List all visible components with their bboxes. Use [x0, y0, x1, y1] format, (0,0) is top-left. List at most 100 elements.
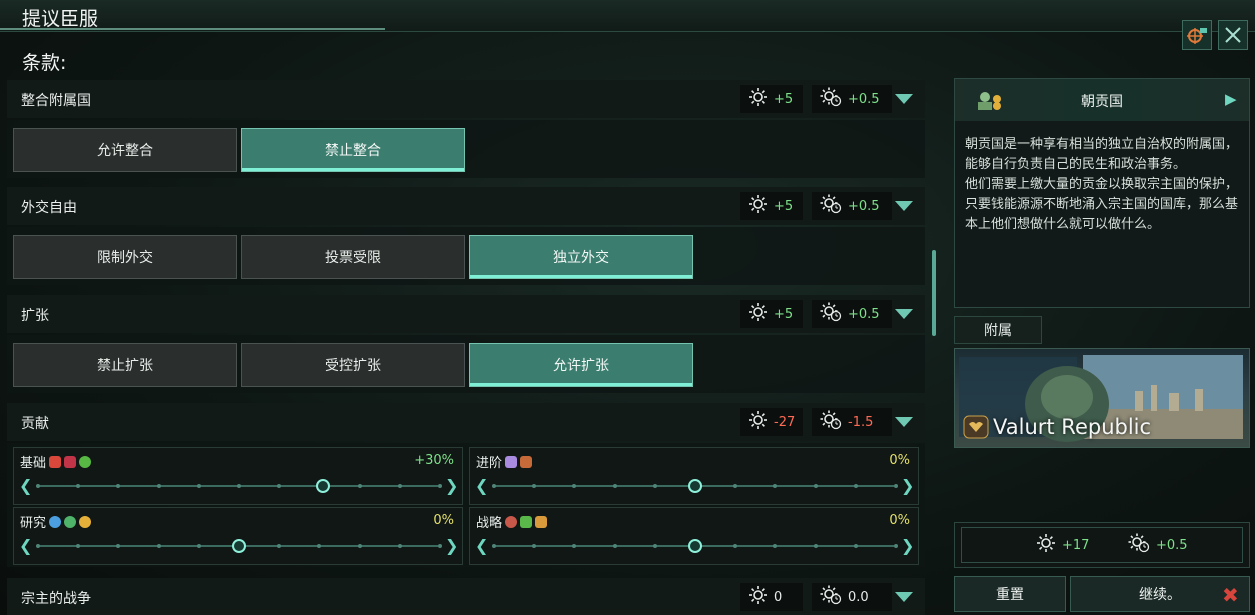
slider-tick: [397, 484, 402, 488]
influence-monthly-modifier: +0.5: [812, 85, 892, 113]
info-header: 朝贡国 ▶: [955, 79, 1249, 121]
term-header-integration[interactable]: 整合附属国 +5 +0.5: [7, 80, 925, 118]
slider-percent: 0%: [433, 513, 454, 528]
slider-label: 基础: [20, 456, 47, 471]
slider-knob[interactable]: [316, 479, 331, 493]
slider-tick: [652, 484, 657, 488]
option-allow-integration[interactable]: 允许整合: [13, 128, 237, 172]
influence-monthly-icon: [1128, 533, 1150, 557]
chevron-down-icon[interactable]: [895, 94, 913, 104]
slider-track[interactable]: [492, 479, 898, 493]
arrow-left-icon[interactable]: ❮: [19, 537, 32, 555]
slider-tick: [196, 544, 201, 548]
vassal-emblem-icon: [963, 415, 989, 439]
option-allow-expansion[interactable]: 允许扩张: [469, 343, 693, 387]
term-name: 整合附属国: [21, 93, 91, 109]
term-header-expansion[interactable]: 扩张 +5 +0.5: [7, 295, 925, 333]
slider-research[interactable]: 研究 0% ❮ ❯: [13, 507, 463, 565]
influence-modifier: +5: [740, 85, 803, 113]
term-header-diplomacy[interactable]: 外交自由 +5 +0.5: [7, 187, 925, 225]
slider-tick: [532, 544, 537, 548]
influence-icon: [748, 585, 768, 609]
slider-tick: [76, 484, 81, 488]
influence-monthly-modifier: +0.5: [812, 192, 892, 220]
info-description: 朝贡国是一种享有相当的独立自治权的附属国，能够自行负责自己的民生和政治事务。 他…: [965, 137, 1239, 232]
influence-modifier: -27: [740, 408, 803, 436]
slider-tick: [532, 484, 537, 488]
influence-icon: [748, 302, 768, 326]
arrow-left-icon[interactable]: ❮: [19, 477, 32, 495]
slider-knob[interactable]: [688, 479, 702, 493]
influence-monthly-icon: [820, 302, 842, 326]
option-restrict-diplomacy[interactable]: 限制外交: [13, 235, 237, 279]
slider-tick: [438, 484, 442, 488]
influence-monthly-icon: [820, 585, 842, 609]
chevron-down-icon[interactable]: [895, 417, 913, 427]
slider-tick: [357, 544, 362, 548]
slider-tick: [492, 484, 496, 488]
title-underline: [0, 28, 385, 30]
slider-track[interactable]: [36, 479, 442, 493]
scrollbar-thumb[interactable]: [932, 250, 936, 336]
slider-track[interactable]: [36, 539, 442, 553]
arrow-right-icon[interactable]: ❯: [901, 477, 914, 495]
info-card: 朝贡国 ▶ 朝贡国是一种享有相当的独立自治权的附属国，能够自行负责自己的民生和政…: [954, 78, 1250, 308]
crystals-icon: [535, 515, 548, 528]
country-name: Valurt Republic: [993, 415, 1152, 439]
term-options-expansion: 禁止扩张 受控扩张 允许扩张: [7, 335, 925, 393]
society-icon: [64, 515, 77, 528]
arrow-right-icon[interactable]: ❯: [445, 477, 458, 495]
term-name: 贡献: [21, 416, 49, 432]
slider-advanced[interactable]: 进阶 0% ❮ ❯: [469, 447, 919, 505]
influence-modifier: +5: [740, 300, 803, 328]
slider-tick: [438, 544, 442, 548]
chevron-down-icon[interactable]: [895, 201, 913, 211]
chevron-down-icon[interactable]: [895, 309, 913, 319]
subject-tab[interactable]: 附属: [954, 316, 1042, 344]
arrow-right-icon[interactable]: ❯: [901, 537, 914, 555]
arrow-left-icon[interactable]: ❮: [475, 477, 488, 495]
slider-tick: [813, 544, 818, 548]
slider-tick: [733, 544, 738, 548]
slider-tick: [492, 544, 496, 548]
option-independent-diplomacy[interactable]: 独立外交: [469, 235, 693, 279]
terms-label: 条款:: [22, 52, 67, 74]
slider-tick: [572, 484, 577, 488]
camera-button[interactable]: [1182, 20, 1212, 50]
influence-icon: [748, 87, 768, 111]
slider-label: 进阶: [476, 456, 503, 471]
option-controlled-expansion[interactable]: 受控扩张: [241, 343, 465, 387]
option-limited-voting[interactable]: 投票受限: [241, 235, 465, 279]
arrow-left-icon[interactable]: ❮: [475, 537, 488, 555]
slider-tick: [572, 544, 577, 548]
influence-monthly-icon: [820, 87, 842, 111]
info-title: 朝贡国: [1081, 94, 1123, 110]
slider-tick: [853, 544, 858, 548]
slider-track[interactable]: [492, 539, 898, 553]
term-header-overlord-wars[interactable]: 宗主的战争 0 0.0: [7, 578, 925, 615]
slider-knob[interactable]: [232, 539, 246, 553]
slider-strategic[interactable]: 战略 0% ❮ ❯: [469, 507, 919, 565]
slider-tick: [357, 484, 362, 488]
window-title: 提议臣服: [22, 8, 99, 30]
arrow-right-icon[interactable]: ❯: [445, 537, 458, 555]
slider-tick: [397, 544, 402, 548]
slider-knob[interactable]: [688, 539, 702, 553]
tributary-icon: [978, 92, 1001, 110]
close-button[interactable]: [1218, 20, 1248, 50]
term-header-contribution[interactable]: 贡献 -27 -1.5: [7, 403, 925, 441]
chevron-right-icon[interactable]: ▶: [1225, 90, 1237, 108]
term-options-integration: 允许整合 禁止整合: [7, 120, 925, 178]
chevron-down-icon[interactable]: [895, 592, 913, 602]
influence-monthly-icon: [820, 194, 842, 218]
slider-tick: [277, 544, 282, 548]
option-forbid-expansion[interactable]: 禁止扩张: [13, 343, 237, 387]
minerals-icon: [64, 455, 77, 468]
option-forbid-integration[interactable]: 禁止整合: [241, 128, 465, 172]
slider-tick: [773, 544, 778, 548]
term-name: 扩张: [21, 308, 49, 324]
reset-button[interactable]: 重置: [954, 576, 1066, 612]
slider-tick: [76, 544, 81, 548]
slider-basic[interactable]: 基础 +30% ❮ ❯: [13, 447, 463, 505]
influence-icon: [1036, 533, 1056, 557]
